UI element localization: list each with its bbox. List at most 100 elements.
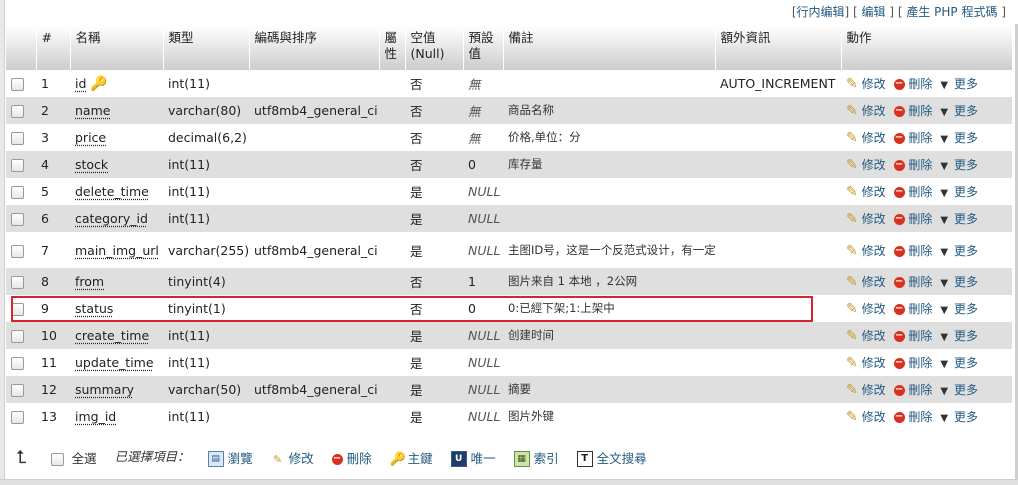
column-name[interactable]: img_id bbox=[75, 409, 116, 424]
drop-action[interactable]: − 刪除 bbox=[893, 212, 932, 226]
column-name-cell[interactable]: name bbox=[70, 97, 163, 124]
table-row[interactable]: 1 id 🔑 int(11) 否無 AUTO_INCREMENT ✎ 修改 − 刪除 ▼ 更多 bbox=[6, 70, 1012, 97]
row-checkbox[interactable] bbox=[11, 276, 24, 289]
table-row[interactable]: 2 name varchar(80) utf8mb4_general_ci 否無商品名称… bbox=[6, 97, 1012, 124]
row-checkbox-cell[interactable] bbox=[6, 97, 36, 124]
column-name[interactable]: status bbox=[75, 301, 113, 316]
create-php-link[interactable]: 產生 PHP 程式碼 bbox=[906, 5, 997, 19]
bulk-browse-button[interactable]: ▤ 瀏覽 bbox=[207, 448, 253, 468]
table-row[interactable]: 9 status tinyint(1) 否 0 0:已經下架;1:上架中 ✎ 修改 − 刪除 ▼… bbox=[6, 295, 1012, 322]
row-checkbox-cell[interactable] bbox=[6, 232, 36, 268]
row-checkbox[interactable] bbox=[11, 78, 24, 91]
row-checkbox-cell[interactable] bbox=[6, 70, 36, 97]
check-all-checkbox[interactable] bbox=[50, 453, 64, 466]
column-name[interactable]: stock bbox=[75, 157, 108, 172]
row-checkbox-cell[interactable] bbox=[6, 403, 36, 430]
table-row[interactable]: 6 category_id int(11) 是 NULL ✎ 修改 − 刪除 ▼ 更多 bbox=[6, 205, 1012, 232]
column-name-cell[interactable]: from bbox=[70, 268, 163, 295]
row-checkbox-cell[interactable] bbox=[6, 268, 36, 295]
column-name-cell[interactable]: status bbox=[70, 295, 163, 322]
column-name[interactable]: main_img_url bbox=[75, 243, 159, 258]
row-checkbox[interactable] bbox=[11, 303, 24, 316]
header-collation[interactable]: 編碼與排序 bbox=[249, 26, 380, 70]
drop-action[interactable]: − 刪除 bbox=[893, 275, 932, 289]
row-checkbox-cell[interactable] bbox=[6, 151, 36, 178]
column-name[interactable]: from bbox=[75, 274, 104, 289]
more-action[interactable]: ▼ 更多 bbox=[940, 212, 978, 226]
header-name[interactable]: 名稱 bbox=[70, 26, 164, 70]
bulk-index-button[interactable]: ▦ 索引 bbox=[513, 448, 559, 468]
row-checkbox[interactable] bbox=[11, 186, 24, 199]
drop-action[interactable]: − 刪除 bbox=[893, 185, 932, 199]
table-row[interactable]: 4 stock int(11) 否 0 库存量 ✎ 修改 − 刪除 ▼ 更多 bbox=[6, 151, 1012, 178]
drop-action[interactable]: − 刪除 bbox=[893, 356, 932, 370]
more-action[interactable]: ▼ 更多 bbox=[940, 104, 978, 118]
edit-link[interactable]: 编辑 bbox=[862, 5, 886, 19]
change-action[interactable]: ✎ 修改 bbox=[846, 328, 886, 344]
header-extra[interactable]: 額外資訊 bbox=[715, 26, 842, 70]
column-name[interactable]: id bbox=[75, 76, 86, 91]
table-row[interactable]: 11 update_time int(11) 是 NULL ✎ 修改 − 刪除 ▼ 更多 bbox=[6, 349, 1012, 376]
table-row[interactable]: 7 main_img_url varchar(255) utf8mb4_general… bbox=[6, 232, 1012, 268]
change-action[interactable]: ✎ 修改 bbox=[846, 243, 886, 259]
drop-action[interactable]: − 刪除 bbox=[893, 244, 932, 258]
table-row[interactable]: 8 from tinyint(4) 否 1 图片来自 1 本地 ，2公网 ✎ 修改 − 刪除 ▼… bbox=[6, 268, 1012, 295]
drop-action[interactable]: − 刪除 bbox=[893, 329, 932, 343]
more-action[interactable]: ▼ 更多 bbox=[940, 302, 978, 316]
row-checkbox-cell[interactable] bbox=[6, 322, 36, 349]
header-type[interactable]: 類型 bbox=[163, 26, 250, 70]
more-action[interactable]: ▼ 更多 bbox=[940, 410, 978, 424]
bulk-primary-button[interactable]: 🔑 主鍵 bbox=[390, 448, 433, 467]
table-row[interactable]: 5 delete_time int(11) 是 NULL ✎ 修改 − 刪除 ▼ 更多 bbox=[6, 178, 1012, 205]
column-name-cell[interactable]: img_id bbox=[70, 403, 163, 430]
column-name-cell[interactable]: delete_time bbox=[70, 178, 163, 205]
change-action[interactable]: ✎ 修改 bbox=[846, 130, 886, 146]
drop-action[interactable]: − 刪除 bbox=[893, 131, 932, 145]
more-action[interactable]: ▼ 更多 bbox=[940, 131, 978, 145]
column-name-cell[interactable]: update_time bbox=[70, 349, 163, 376]
column-name[interactable]: price bbox=[75, 130, 106, 145]
more-action[interactable]: ▼ 更多 bbox=[940, 383, 978, 397]
bulk-fulltext-button[interactable]: T 全文搜尋 bbox=[576, 448, 647, 468]
change-action[interactable]: ✎ 修改 bbox=[846, 211, 886, 227]
change-action[interactable]: ✎ 修改 bbox=[846, 103, 886, 119]
row-checkbox[interactable] bbox=[11, 105, 24, 118]
header-null[interactable]: 空值 (Null) bbox=[405, 26, 464, 70]
check-all-label[interactable]: 全選 bbox=[72, 451, 97, 466]
change-action[interactable]: ✎ 修改 bbox=[846, 382, 886, 398]
drop-action[interactable]: − 刪除 bbox=[893, 410, 932, 424]
column-name-cell[interactable]: summary bbox=[70, 376, 163, 403]
more-action[interactable]: ▼ 更多 bbox=[940, 329, 978, 343]
more-action[interactable]: ▼ 更多 bbox=[940, 356, 978, 370]
row-checkbox[interactable] bbox=[11, 330, 24, 343]
drop-action[interactable]: − 刪除 bbox=[893, 77, 932, 91]
change-action[interactable]: ✎ 修改 bbox=[846, 274, 886, 290]
check-all-control[interactable]: 全選 bbox=[50, 448, 97, 467]
change-action[interactable]: ✎ 修改 bbox=[846, 301, 886, 317]
row-checkbox[interactable] bbox=[11, 159, 24, 172]
change-action[interactable]: ✎ 修改 bbox=[846, 409, 886, 425]
column-name-cell[interactable]: price bbox=[70, 124, 163, 151]
more-action[interactable]: ▼ 更多 bbox=[940, 77, 978, 91]
bulk-unique-button[interactable]: U 唯一 bbox=[450, 448, 496, 468]
row-checkbox[interactable] bbox=[11, 357, 24, 370]
row-checkbox[interactable] bbox=[11, 244, 24, 258]
row-checkbox-cell[interactable] bbox=[6, 376, 36, 403]
row-checkbox-cell[interactable] bbox=[6, 295, 36, 322]
column-name-cell[interactable]: id 🔑 bbox=[70, 70, 163, 97]
column-name-cell[interactable]: stock bbox=[70, 151, 163, 178]
table-row[interactable]: 13 img_id int(11) 是 NULL 图片外键 ✎ 修改 − 刪除 ▼ 更多 bbox=[6, 403, 1012, 430]
drop-action[interactable]: − 刪除 bbox=[893, 383, 932, 397]
change-action[interactable]: ✎ 修改 bbox=[846, 355, 886, 371]
column-name[interactable]: update_time bbox=[75, 355, 154, 370]
change-action[interactable]: ✎ 修改 bbox=[846, 157, 886, 173]
column-name-cell[interactable]: create_time bbox=[70, 322, 163, 349]
column-name[interactable]: name bbox=[75, 103, 110, 118]
row-checkbox-cell[interactable] bbox=[6, 349, 36, 376]
table-row[interactable]: 3 price decimal(6,2) 否無价格,单位：分 ✎ 修改 − 刪除 ▼ 更多 bbox=[6, 124, 1012, 151]
row-checkbox[interactable] bbox=[11, 411, 24, 424]
row-checkbox[interactable] bbox=[11, 132, 24, 145]
change-action[interactable]: ✎ 修改 bbox=[846, 184, 886, 200]
bulk-change-button[interactable]: ✎ 修改 bbox=[271, 448, 314, 467]
more-action[interactable]: ▼ 更多 bbox=[940, 185, 978, 199]
